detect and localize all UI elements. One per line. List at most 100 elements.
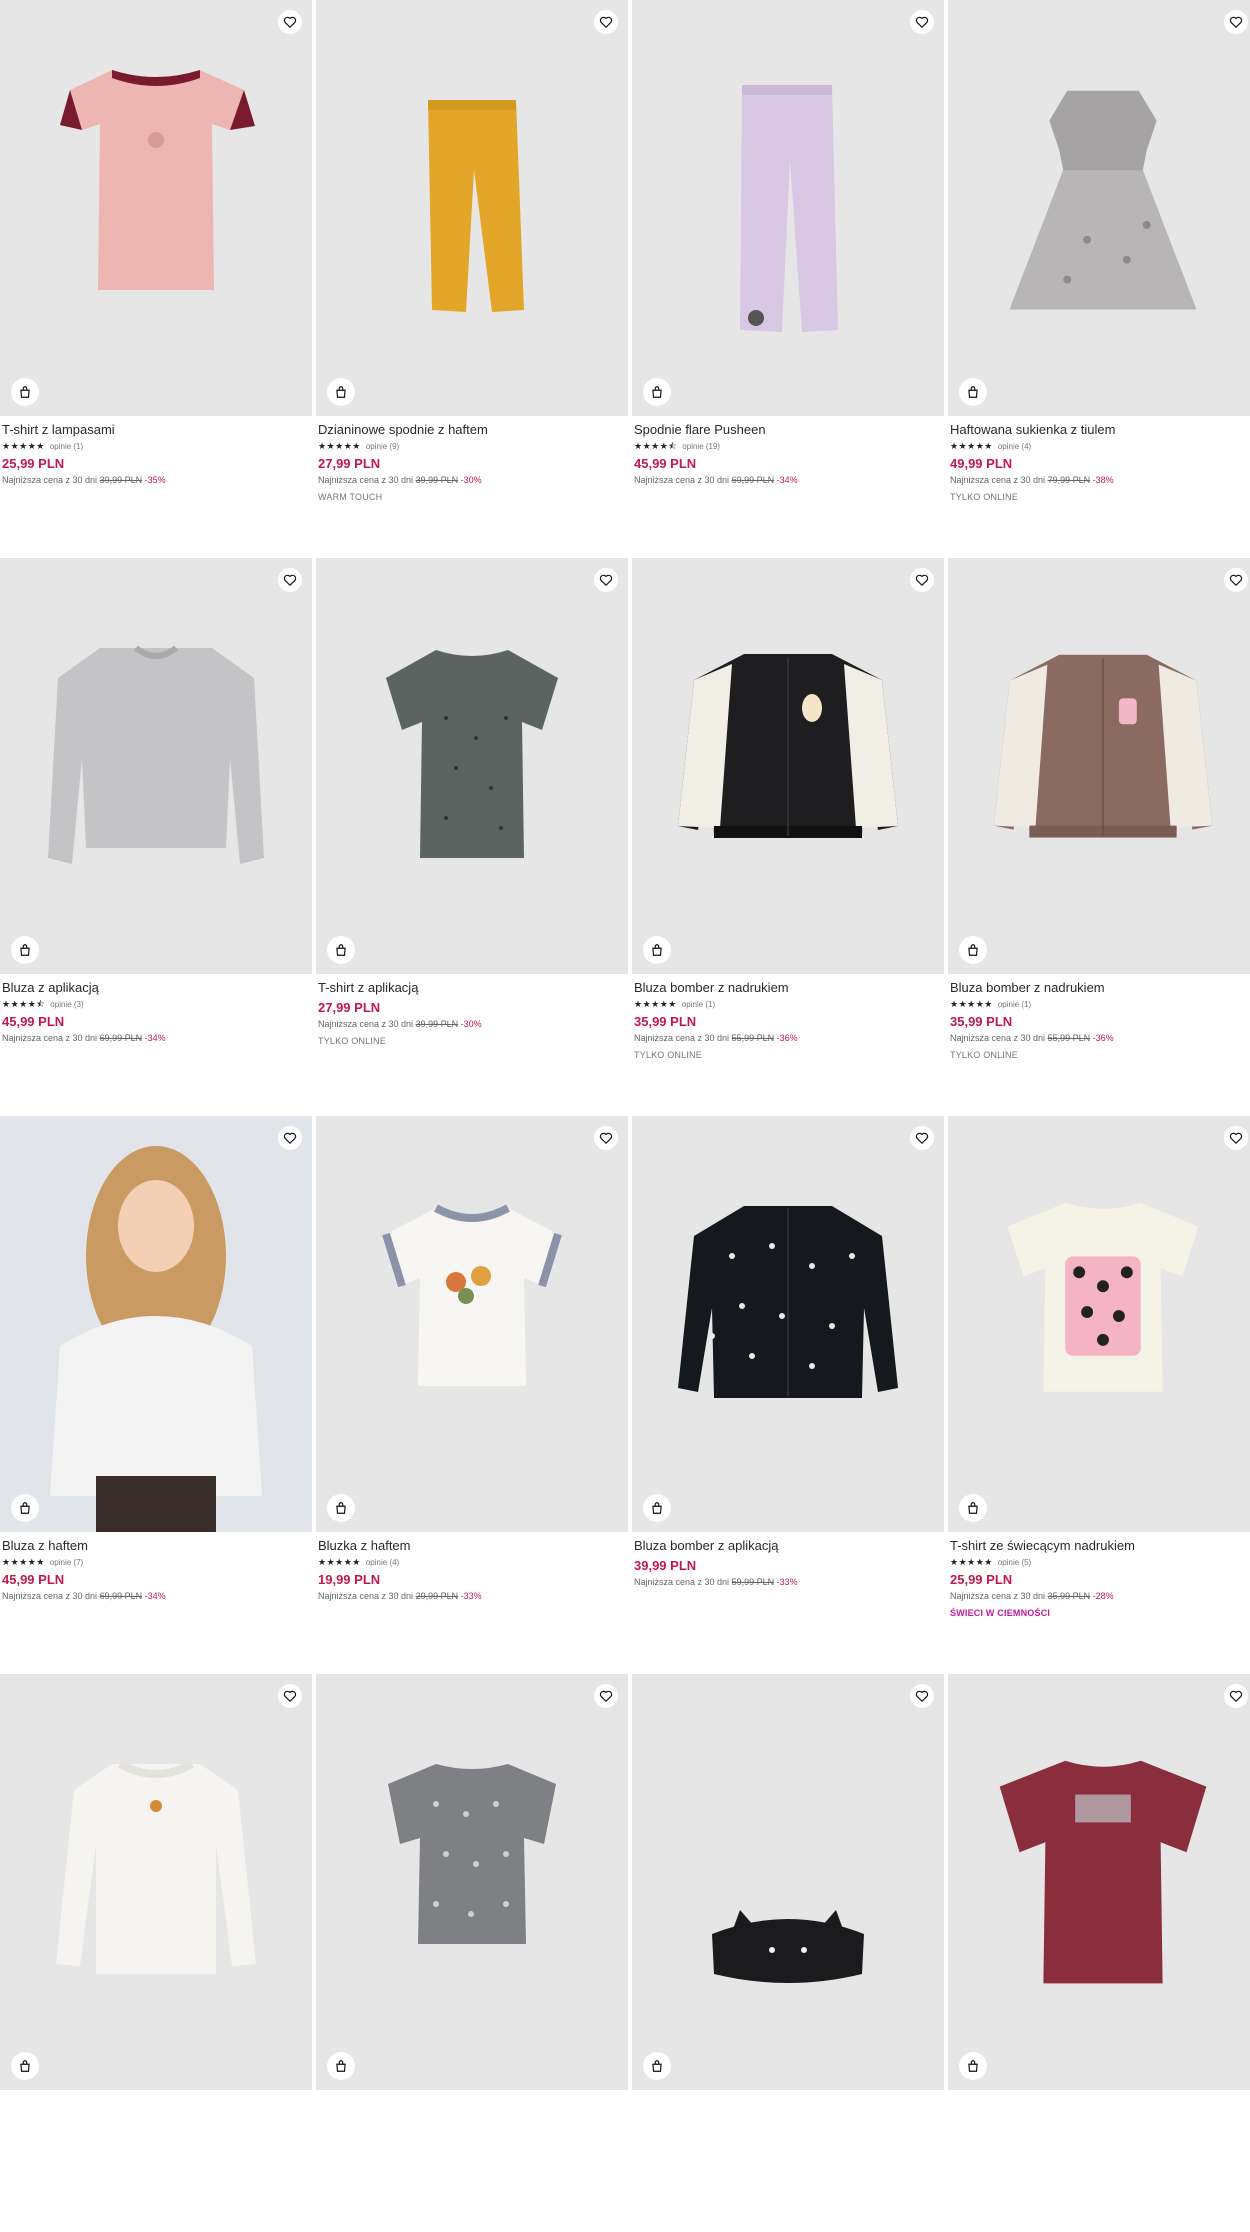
product-tag: ŚWIECI W CIEMNOŚCI <box>950 1608 1051 1618</box>
product-tag: TYLKO ONLINE <box>950 1050 1018 1060</box>
add-to-cart-button[interactable] <box>327 2052 355 2080</box>
product-image[interactable] <box>632 1674 944 2090</box>
product-name[interactable]: Bluza z haftem <box>2 1538 310 1554</box>
add-to-cart-button[interactable] <box>327 378 355 406</box>
product-image[interactable] <box>0 1674 312 2090</box>
product-card[interactable]: T-shirt ze świecącym nadrukiem ★★★★★ opi… <box>948 1116 1250 1674</box>
discount-percent: -28% <box>1092 1591 1114 1601</box>
product-card[interactable] <box>0 1674 312 2232</box>
product-image[interactable] <box>0 558 312 974</box>
lowest-price-note: Najniższa cena z 30 dni 39,99 PLN -35% <box>2 474 310 486</box>
product-image[interactable] <box>948 558 1250 974</box>
favorite-button[interactable] <box>278 10 302 34</box>
favorite-button[interactable] <box>594 1684 618 1708</box>
product-card[interactable]: T-shirt z lampasami ★★★★★ opinie (1) 25,… <box>0 0 312 558</box>
add-to-cart-button[interactable] <box>959 936 987 964</box>
product-card[interactable]: Spodnie flare Pusheen ★★★★⯪ opinie (19) … <box>632 0 944 558</box>
reviews-count[interactable]: opinie (5) <box>998 1558 1031 1567</box>
product-card[interactable]: Haftowana sukienka z tiulem ★★★★★ opinie… <box>948 0 1250 558</box>
product-image[interactable] <box>632 558 944 974</box>
product-image[interactable] <box>316 0 628 416</box>
product-image[interactable] <box>948 1674 1250 2090</box>
lowest-price-note: Najniższa cena z 30 dni 69,99 PLN -34% <box>2 1590 310 1602</box>
product-name[interactable]: T-shirt z aplikacją <box>318 980 626 996</box>
product-card[interactable]: Bluza bomber z nadrukiem ★★★★★ opinie (1… <box>632 558 944 1116</box>
product-image[interactable] <box>316 1674 628 2090</box>
lowest-price-note: Najniższa cena z 30 dni 35,99 PLN -28% <box>950 1590 1250 1602</box>
reviews-count[interactable]: opinie (1) <box>50 442 83 451</box>
product-name[interactable]: Dzianinowe spodnie z haftem <box>318 422 626 438</box>
reviews-count[interactable]: opinie (3) <box>50 1000 83 1009</box>
favorite-button[interactable] <box>278 568 302 592</box>
add-to-cart-button[interactable] <box>11 936 39 964</box>
product-photo-pants-lilac <box>632 0 944 416</box>
product-card[interactable]: Bluza bomber z aplikacją 39,99 PLN Najni… <box>632 1116 944 1674</box>
product-card[interactable]: Bluza bomber z nadrukiem ★★★★★ opinie (1… <box>948 558 1250 1116</box>
product-card[interactable]: T-shirt z aplikacją 27,99 PLN Najniższa … <box>316 558 628 1116</box>
product-image[interactable] <box>948 1116 1250 1532</box>
product-name[interactable]: Bluza bomber z nadrukiem <box>634 980 942 996</box>
product-name[interactable]: T-shirt z lampasami <box>2 422 310 438</box>
product-info: T-shirt z lampasami ★★★★★ opinie (1) 25,… <box>0 416 312 486</box>
product-image[interactable] <box>632 0 944 416</box>
product-card[interactable]: Bluzka z haftem ★★★★★ opinie (4) 19,99 P… <box>316 1116 628 1674</box>
product-tag: TYLKO ONLINE <box>634 1050 702 1060</box>
product-card[interactable] <box>316 1674 628 2232</box>
product-image[interactable] <box>0 1116 312 1532</box>
favorite-button[interactable] <box>1224 10 1248 34</box>
reviews-count[interactable]: opinie (1) <box>998 1000 1031 1009</box>
product-name[interactable]: Bluzka z haftem <box>318 1538 626 1554</box>
product-card[interactable] <box>632 1674 944 2232</box>
product-name[interactable]: Haftowana sukienka z tiulem <box>950 422 1250 438</box>
favorite-button[interactable] <box>1224 1684 1248 1708</box>
product-name[interactable]: T-shirt ze świecącym nadrukiem <box>950 1538 1250 1554</box>
add-to-cart-button[interactable] <box>959 378 987 406</box>
product-image[interactable] <box>948 0 1250 416</box>
add-to-cart-button[interactable] <box>959 2052 987 2080</box>
add-to-cart-button[interactable] <box>11 1494 39 1522</box>
add-to-cart-button[interactable] <box>959 1494 987 1522</box>
add-to-cart-button[interactable] <box>643 2052 671 2080</box>
favorite-button[interactable] <box>594 568 618 592</box>
reviews-count[interactable]: opinie (1) <box>682 1000 715 1009</box>
add-to-cart-button[interactable] <box>643 1494 671 1522</box>
favorite-button[interactable] <box>594 10 618 34</box>
reviews-count[interactable]: opinie (19) <box>682 442 720 451</box>
product-image[interactable] <box>316 558 628 974</box>
add-to-cart-button[interactable] <box>327 936 355 964</box>
favorite-button[interactable] <box>910 1126 934 1150</box>
product-image[interactable] <box>632 1116 944 1532</box>
favorite-button[interactable] <box>1224 1126 1248 1150</box>
favorite-button[interactable] <box>278 1684 302 1708</box>
product-card[interactable] <box>948 1674 1250 2232</box>
favorite-button[interactable] <box>594 1126 618 1150</box>
reviews-count[interactable]: opinie (7) <box>50 1558 83 1567</box>
product-image[interactable] <box>316 1116 628 1532</box>
lowest-price-label: Najniższa cena z 30 dni <box>2 1591 98 1601</box>
product-name[interactable]: Bluza bomber z aplikacją <box>634 1538 942 1554</box>
product-info: Bluza z haftem ★★★★★ opinie (7) 45,99 PL… <box>0 1532 312 1602</box>
lowest-price-label: Najniższa cena z 30 dni <box>318 1591 414 1601</box>
product-card[interactable]: Dzianinowe spodnie z haftem ★★★★★ opinie… <box>316 0 628 558</box>
favorite-button[interactable] <box>910 568 934 592</box>
product-name[interactable]: Bluza bomber z nadrukiem <box>950 980 1250 996</box>
discount-percent: -36% <box>1092 1033 1114 1043</box>
product-name[interactable]: Bluza z aplikacją <box>2 980 310 996</box>
heart-icon <box>915 15 929 29</box>
favorite-button[interactable] <box>278 1126 302 1150</box>
product-card[interactable]: Bluza z aplikacją ★★★★⯪ opinie (3) 45,99… <box>0 558 312 1116</box>
add-to-cart-button[interactable] <box>643 378 671 406</box>
reviews-count[interactable]: opinie (4) <box>366 1558 399 1567</box>
add-to-cart-button[interactable] <box>11 2052 39 2080</box>
product-card[interactable]: Bluza z haftem ★★★★★ opinie (7) 45,99 PL… <box>0 1116 312 1674</box>
product-name[interactable]: Spodnie flare Pusheen <box>634 422 942 438</box>
product-image[interactable] <box>0 0 312 416</box>
favorite-button[interactable] <box>910 1684 934 1708</box>
add-to-cart-button[interactable] <box>643 936 671 964</box>
add-to-cart-button[interactable] <box>327 1494 355 1522</box>
favorite-button[interactable] <box>910 10 934 34</box>
add-to-cart-button[interactable] <box>11 378 39 406</box>
reviews-count[interactable]: opinie (4) <box>998 442 1031 451</box>
favorite-button[interactable] <box>1224 568 1248 592</box>
reviews-count[interactable]: opinie (9) <box>366 442 399 451</box>
